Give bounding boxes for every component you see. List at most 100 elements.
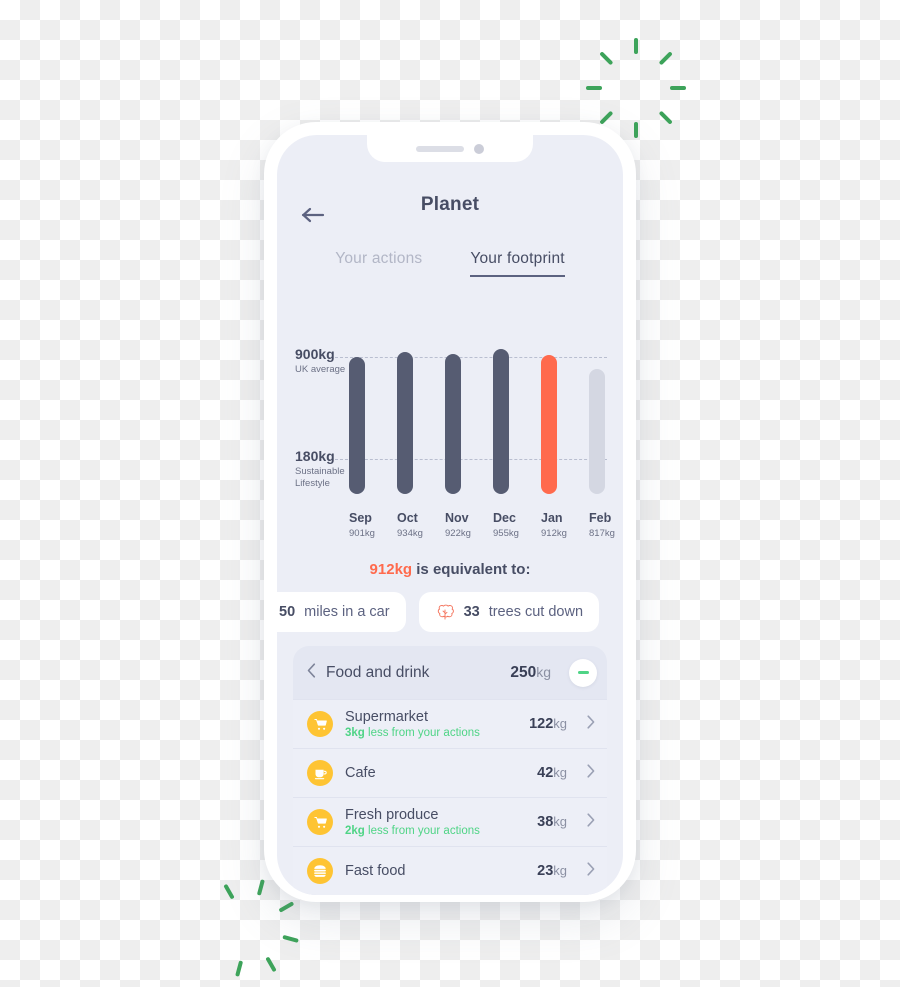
row-savings-text: less from your actions <box>364 825 480 838</box>
row-amount-number: 38 <box>537 814 554 830</box>
chart-bar-column <box>541 311 557 511</box>
reference-caption-sustainable-1: Sustainable <box>295 466 345 478</box>
table-row[interactable]: Fast food 23kg <box>293 846 607 895</box>
row-text-block: Supermarket 3kg less from your actions <box>345 709 517 740</box>
table-row[interactable]: Supermarket 3kg less from your actions 122… <box>293 699 607 748</box>
chart-month-label: Dec <box>493 511 516 525</box>
chevron-right-icon[interactable] <box>587 715 595 733</box>
phone-mockup-frame: Planet Your actions Your footprint 900kg… <box>264 122 636 902</box>
chart-x-label-nov: Nov 922kg <box>445 511 471 539</box>
earpiece-speaker-icon <box>416 145 464 152</box>
row-amount-unit: kg <box>553 863 567 878</box>
row-amount: 23kg <box>537 863 567 879</box>
table-row[interactable]: Fresh produce 2kg less from your actions 3… <box>293 797 607 846</box>
tab-your-footprint[interactable]: Your footprint <box>470 250 565 277</box>
chevron-right-icon[interactable] <box>587 764 595 782</box>
phone-notch <box>367 135 533 162</box>
reference-caption-uk-average: UK average <box>295 364 346 376</box>
chart-bar-feb[interactable] <box>589 368 605 494</box>
row-amount-number: 23 <box>537 863 554 879</box>
equivalent-card-trees-label: trees cut down <box>488 604 584 620</box>
front-camera-icon <box>474 143 484 154</box>
chart-month-label: Oct <box>397 511 418 525</box>
chart-bar-column <box>589 311 605 511</box>
tab-your-actions[interactable]: Your actions <box>335 250 422 277</box>
row-amount-number: 122 <box>529 716 554 732</box>
category-panel-header: Food and drink 250kg <box>293 646 607 699</box>
chart-x-label-feb: Feb 817kg <box>589 511 615 539</box>
chevron-left-icon[interactable] <box>307 662 316 683</box>
chart-value-label: 901kg <box>349 528 375 539</box>
row-amount-unit: kg <box>553 814 567 829</box>
equivalent-card-car-number: 50 <box>279 604 296 620</box>
chart-bar-column <box>397 311 413 511</box>
chart-month-label: Nov <box>445 511 469 525</box>
row-amount-unit: kg <box>553 716 567 731</box>
chart-x-label-dec: Dec 955kg <box>493 511 519 539</box>
page-title: Planet <box>420 194 480 215</box>
reference-value-sustainable: 180kg <box>295 448 335 464</box>
chart-bar-column <box>445 311 461 511</box>
row-text-block: Cafe <box>345 765 525 782</box>
row-amount-number: 42 <box>537 765 554 781</box>
back-arrow-icon[interactable] <box>301 205 327 225</box>
equivalent-card-trees[interactable]: 33 trees cut down <box>418 592 600 632</box>
row-name: Supermarket <box>345 708 429 725</box>
category-amount-number: 250 <box>510 663 537 681</box>
tab-bar: Your actions Your footprint <box>277 250 623 277</box>
tree-icon <box>435 602 455 622</box>
chart-value-label: 912kg <box>541 528 567 539</box>
chart-month-label: Sep <box>349 511 372 525</box>
row-amount: 122kg <box>529 716 567 732</box>
coffee-cup-icon <box>307 760 333 786</box>
chart-value-label: 922kg <box>445 528 471 539</box>
row-name: Fresh produce <box>345 806 439 823</box>
chart-month-label: Jan <box>541 511 563 525</box>
chart-x-label-jan: Jan 912kg <box>541 511 567 539</box>
equivalent-card-car-label: miles in a car <box>304 604 390 620</box>
equivalent-card-carousel[interactable]: 50 miles in a car 33 trees cut down <box>277 592 623 632</box>
row-amount-unit: kg <box>553 765 567 780</box>
chart-bar-jan[interactable] <box>541 355 557 494</box>
chevron-right-icon[interactable] <box>587 862 595 880</box>
collapse-category-button[interactable] <box>569 658 597 687</box>
chevron-right-icon[interactable] <box>587 813 595 831</box>
sparkle-decoration-top-right <box>586 32 686 138</box>
chart-bar-oct[interactable] <box>397 352 413 494</box>
table-row[interactable]: Cafe 42kg <box>293 748 607 797</box>
reference-caption-sustainable-2: Lifestyle <box>295 478 330 490</box>
equivalent-heading-text: is equivalent to: <box>412 561 531 578</box>
reference-value-uk-average: 900kg <box>295 346 335 362</box>
chart-month-label: Feb <box>589 511 612 525</box>
category-amount: 250kg <box>510 664 551 682</box>
row-savings-text: less from your actions <box>364 727 480 740</box>
chart-bar-column <box>493 311 509 511</box>
phone-screen: Planet Your actions Your footprint 900kg… <box>277 135 623 895</box>
row-text-block: Fresh produce 2kg less from your actions <box>345 807 525 838</box>
chart-bar-nov[interactable] <box>445 353 461 494</box>
chart-x-label-sep: Sep 901kg <box>349 511 375 539</box>
chart-bar-sep[interactable] <box>349 356 365 494</box>
chart-value-label: 934kg <box>397 528 423 539</box>
category-row-list: Supermarket 3kg less from your actions 122… <box>293 699 607 895</box>
chart-value-label: 817kg <box>589 528 615 539</box>
category-breakdown-panel: Food and drink 250kg Supermarket 3kg less… <box>293 646 607 895</box>
category-title: Food and drink <box>326 663 430 681</box>
row-amount: 38kg <box>537 814 567 830</box>
row-savings-value: 3kg <box>345 727 365 740</box>
shopping-cart-icon <box>307 711 333 737</box>
shopping-cart-icon <box>307 809 333 835</box>
equivalent-card-car[interactable]: 50 miles in a car <box>277 592 406 632</box>
burger-icon <box>307 858 333 884</box>
equivalent-card-trees-number: 33 <box>463 604 480 620</box>
equivalent-heading: 912kg is equivalent to: <box>277 561 623 578</box>
chart-bar-column <box>349 311 365 511</box>
row-name: Cafe <box>345 764 376 781</box>
chart-bar-dec[interactable] <box>493 349 509 494</box>
row-amount: 42kg <box>537 765 567 781</box>
footprint-bar-chart: 900kg UK average 180kg Sustainable Lifes… <box>277 311 623 539</box>
reference-label-uk-average: 900kg UK average <box>295 346 346 376</box>
category-amount-unit: kg <box>536 663 551 680</box>
chart-bars <box>349 311 605 511</box>
row-savings-value: 2kg <box>345 825 365 838</box>
